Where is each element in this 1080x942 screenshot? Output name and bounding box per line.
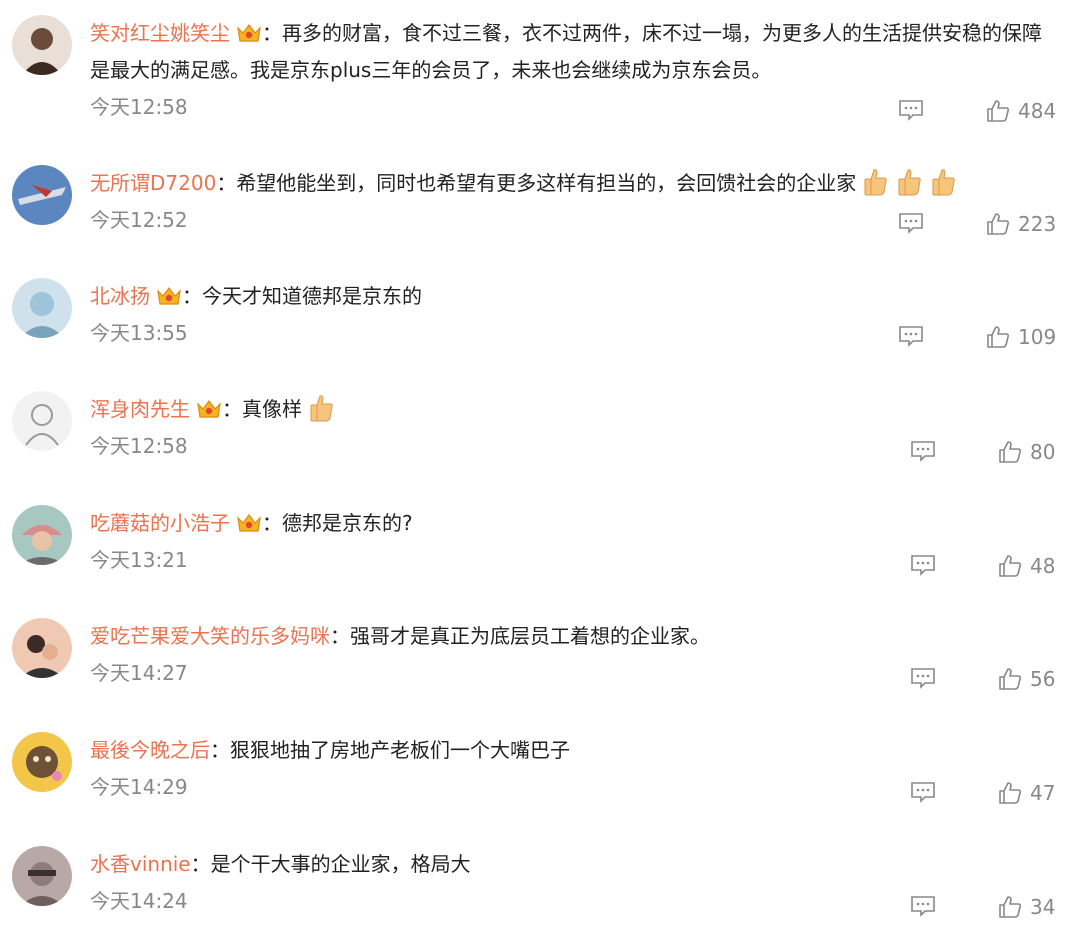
comment-text: 强哥才是真正为底层员工着想的企业家。 [350, 624, 710, 648]
like-button[interactable]: 109 [986, 324, 1056, 350]
thumbs-up-icon [987, 100, 1010, 122]
username-link[interactable]: 浑身肉先生 [90, 397, 190, 421]
reply-icon[interactable] [910, 440, 936, 462]
avatar[interactable] [12, 732, 72, 792]
comment-text-block: 吃蘑菇的小浩子 ：德邦是京东的? [90, 505, 1055, 542]
comment-time: 今天13:55 [90, 321, 188, 345]
thumbs-up-icon [987, 213, 1010, 235]
username-link[interactable]: 笑对红尘姚笑尘 [90, 21, 230, 45]
like-count: 109 [1018, 325, 1057, 349]
avatar[interactable] [12, 505, 72, 565]
separator: ： [262, 21, 282, 45]
separator: ： [190, 852, 211, 876]
like-button[interactable]: 47 [998, 780, 1055, 806]
separator: ： [222, 397, 242, 421]
thumbs-up-icon [999, 555, 1022, 577]
like-count: 80 [1030, 440, 1056, 464]
comment-time: 今天14:27 [90, 661, 188, 685]
comment-time: 今天12:58 [90, 95, 188, 119]
username-link[interactable]: 水香vinnie [90, 852, 191, 876]
comment-text-block: 笑对红尘姚笑尘 ：再多的财富，食不过三餐，衣不过两件，床不过一塌，为更多人的生活提… [90, 15, 1055, 89]
comment-list: 笑对红尘姚笑尘 ：再多的财富，食不过三餐，衣不过两件，床不过一塌，为更多人的生活提… [0, 0, 1080, 942]
thumbs-up-icon [987, 326, 1010, 348]
avatar[interactable] [12, 278, 72, 338]
username-link[interactable]: 爱吃芒果爱大笑的乐多妈咪 [90, 624, 330, 648]
like-button[interactable]: 223 [986, 211, 1056, 237]
comment-text: 再多的财富，食不过三餐，衣不过两件，床不过一塌，为更多人的生活提供安稳的保障是最… [90, 21, 1042, 82]
comment-text: 狠狠地抽了房地产老板们一个大嘴巴子 [230, 738, 570, 762]
thumbs-up-emoji-icon [864, 169, 888, 196]
thumbs-up-icon [999, 896, 1022, 918]
comment-text: 希望他能坐到，同时也希望有更多这样有担当的，会回馈社会的企业家 [236, 171, 857, 195]
like-count: 34 [1030, 895, 1056, 919]
like-count: 484 [1018, 99, 1057, 123]
comment-text: 今天才知道德邦是京东的 [202, 284, 422, 308]
vip-crown-icon [237, 24, 261, 42]
reply-icon[interactable] [898, 325, 924, 347]
comment-time: 今天14:24 [90, 889, 188, 913]
separator: ： [182, 284, 202, 308]
avatar[interactable] [12, 391, 72, 451]
avatar[interactable] [12, 15, 72, 75]
reply-icon[interactable] [910, 781, 936, 803]
username-link[interactable]: 无所谓D7200 [90, 171, 216, 195]
thumbs-up-emoji-icon [310, 395, 333, 422]
comment-time: 今天12:58 [90, 434, 188, 458]
comment-time: 今天12:52 [90, 208, 188, 232]
reply-icon[interactable] [910, 554, 936, 576]
like-button[interactable]: 80 [998, 439, 1055, 465]
comment-text: 是个干大事的企业家，格局大 [210, 852, 471, 876]
reply-icon[interactable] [910, 895, 936, 917]
vip-crown-icon [237, 514, 261, 532]
like-count: 48 [1030, 554, 1056, 578]
avatar[interactable] [12, 846, 72, 906]
like-count: 223 [1018, 212, 1057, 236]
vip-crown-icon [197, 400, 221, 418]
thumbs-up-icon [999, 668, 1022, 690]
thumbs-up-emoji-icon [898, 169, 922, 196]
username-link[interactable]: 最後今晚之后 [90, 738, 210, 762]
like-count: 56 [1030, 667, 1056, 691]
separator: ： [330, 624, 350, 648]
username-link[interactable]: 吃蘑菇的小浩子 [90, 511, 230, 535]
username-link[interactable]: 北冰扬 [90, 284, 150, 308]
like-count: 47 [1030, 781, 1056, 805]
comment-time: 今天14:29 [90, 775, 188, 799]
comment-text-block: 爱吃芒果爱大笑的乐多妈咪：强哥才是真正为底层员工着想的企业家。 [90, 618, 1055, 655]
comment-text-block: 最後今晚之后：狠狠地抽了房地产老板们一个大嘴巴子 [90, 732, 1055, 769]
thumbs-up-icon [999, 441, 1022, 463]
separator: ： [262, 511, 282, 535]
comment-text-block: 水香vinnie：是个干大事的企业家，格局大 [90, 846, 1055, 883]
reply-icon[interactable] [898, 99, 924, 121]
vip-crown-icon [157, 287, 181, 305]
like-button[interactable]: 48 [998, 553, 1055, 579]
thumbs-up-emoji-icon [932, 169, 956, 196]
avatar[interactable] [12, 618, 72, 678]
comment-text-block: 浑身肉先生 ：真像样 [90, 391, 1055, 428]
comment-text-block: 北冰扬 ：今天才知道德邦是京东的 [90, 278, 1055, 315]
comment-text: 真像样 [242, 397, 302, 421]
thumbs-up-icon [999, 782, 1022, 804]
reply-icon[interactable] [910, 667, 936, 689]
like-button[interactable]: 34 [998, 894, 1055, 920]
avatar[interactable] [12, 165, 72, 225]
comment-text: 德邦是京东的? [282, 511, 413, 535]
reply-icon[interactable] [898, 212, 924, 234]
like-button[interactable]: 484 [986, 98, 1056, 124]
like-button[interactable]: 56 [998, 666, 1055, 692]
comment-time: 今天13:21 [90, 548, 188, 572]
separator: ： [216, 171, 237, 195]
comment-text-block: 无所谓D7200：希望他能坐到，同时也希望有更多这样有担当的，会回馈社会的企业家 [90, 165, 1055, 202]
separator: ： [210, 738, 230, 762]
